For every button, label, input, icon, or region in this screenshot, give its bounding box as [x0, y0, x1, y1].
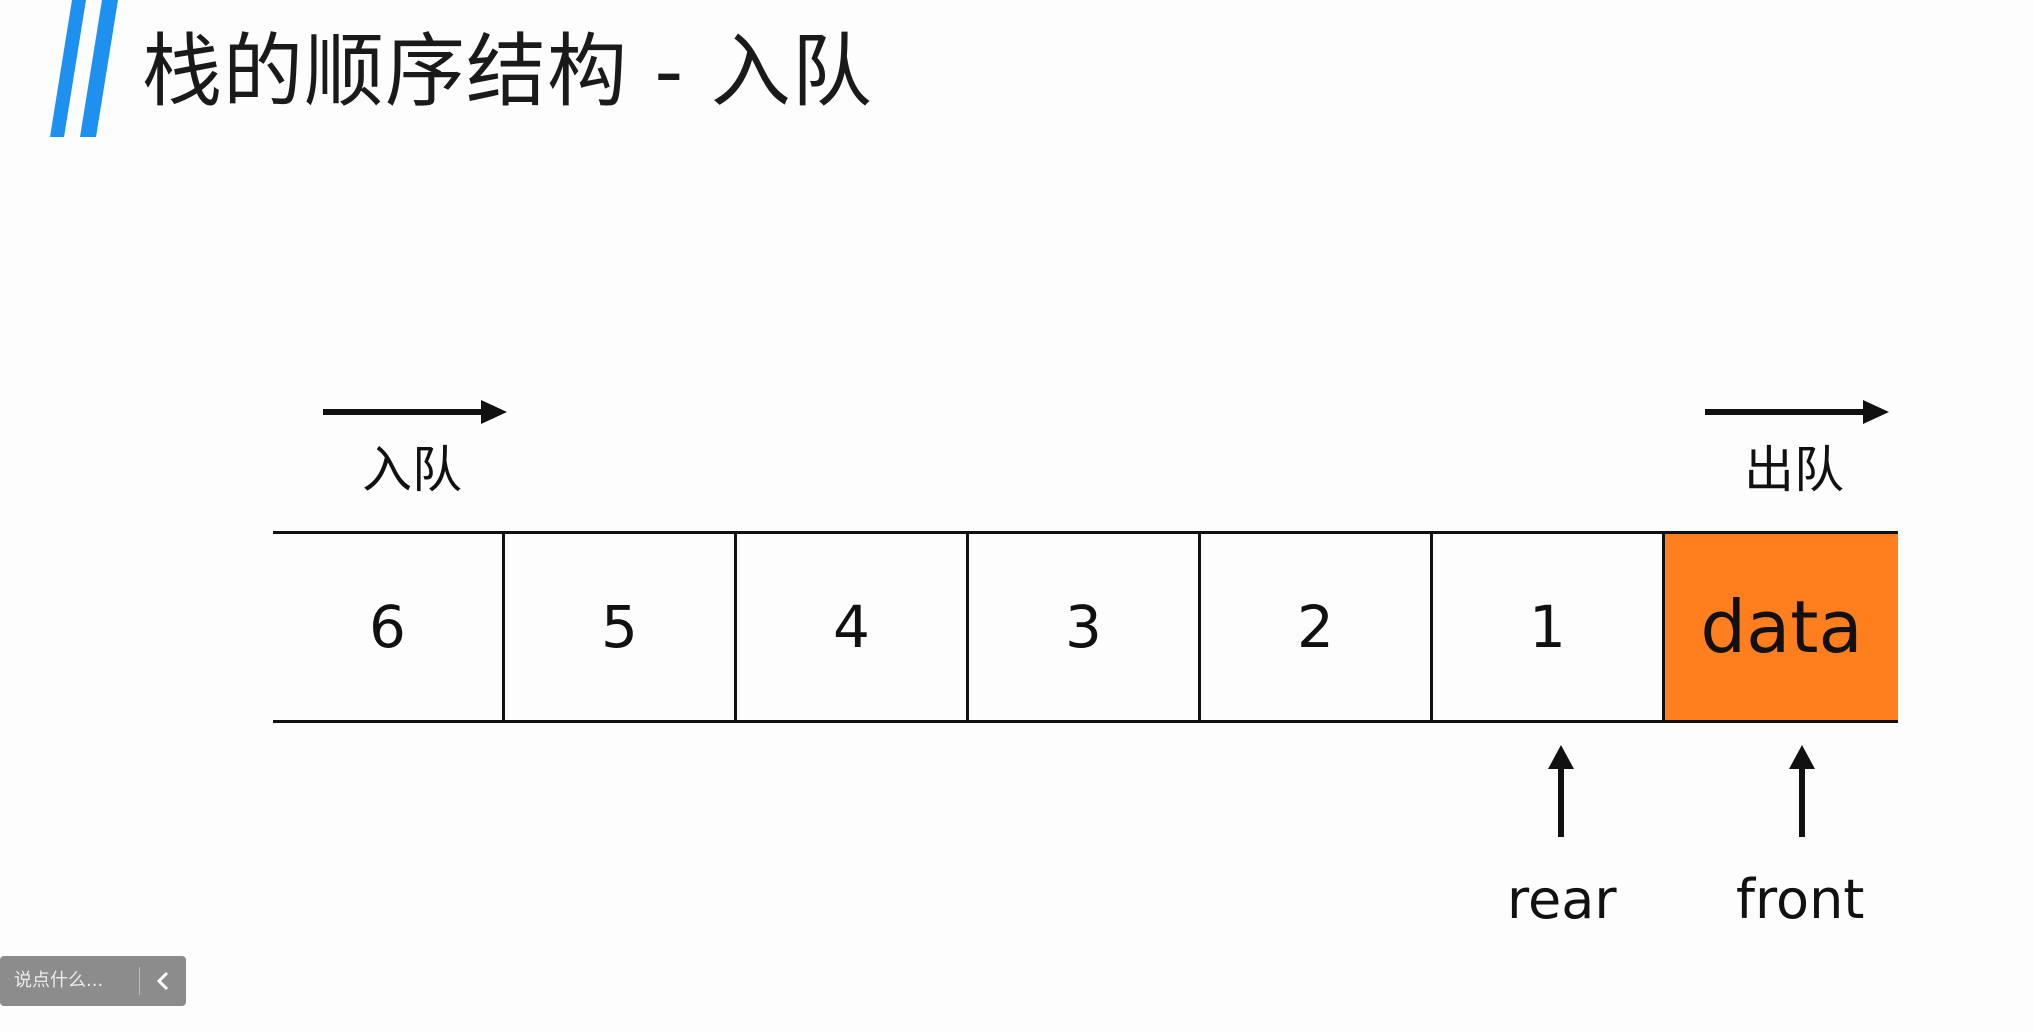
queue-cell: 6	[273, 534, 505, 720]
chevron-left-icon	[156, 971, 169, 991]
queue-cell: 4	[737, 534, 969, 720]
chat-box: 说点什么...	[0, 956, 186, 1006]
queue-cell: 1	[1433, 534, 1665, 720]
front-label: front	[1736, 868, 1865, 931]
queue-diagram: 入队 出队 6 5 4 3 2 1 data rear front	[0, 0, 2034, 1032]
chat-input[interactable]: 说点什么...	[0, 967, 140, 995]
dequeue-label: 出队	[1744, 441, 1844, 499]
queue-array: 6 5 4 3 2 1 data	[273, 531, 1898, 723]
front-pointer-arrow-icon	[1789, 745, 1815, 837]
dequeue-arrow-icon	[1705, 400, 1889, 424]
rear-label: rear	[1507, 868, 1617, 931]
queue-cell: 5	[505, 534, 737, 720]
queue-cell: 3	[969, 534, 1201, 720]
enqueue-label: 入队	[362, 441, 462, 499]
enqueue-arrow-icon	[323, 400, 507, 424]
rear-pointer-arrow-icon	[1548, 745, 1574, 837]
queue-cell: 2	[1201, 534, 1433, 720]
queue-cell-front: data	[1665, 534, 1898, 720]
chat-collapse-button[interactable]	[140, 956, 186, 1006]
